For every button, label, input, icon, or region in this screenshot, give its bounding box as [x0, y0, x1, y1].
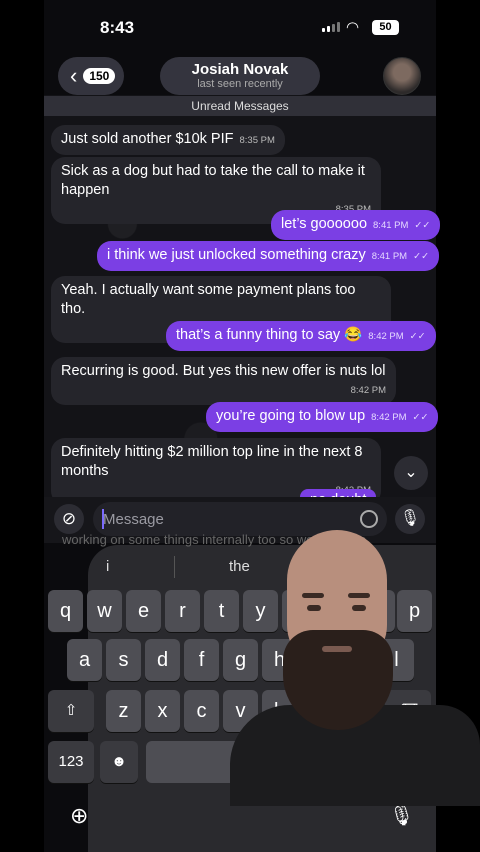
microphone-icon: 🎙 — [399, 510, 421, 527]
webcam-mouth — [322, 646, 352, 652]
message-time: 8:41 PM — [373, 220, 409, 231]
key-q[interactable]: q — [48, 590, 83, 632]
sticker-icon[interactable] — [360, 510, 378, 528]
attach-button[interactable]: ⊘ — [54, 504, 84, 534]
dictation-mic-icon[interactable]: 🎙 — [389, 803, 414, 828]
message-time: 8:42 PM — [368, 331, 404, 342]
message-incoming[interactable]: Recurring is good. But yes this new offe… — [51, 357, 396, 405]
message-incoming[interactable]: Just sold another $10k PIF 8:35 PM — [51, 125, 285, 155]
message-text: Recurring is good. But yes this new offe… — [61, 363, 386, 379]
message-outgoing[interactable]: i think we just unlocked something crazy… — [97, 241, 440, 271]
scroll-down-button[interactable]: ⌄ — [394, 456, 428, 490]
read-checks-icon: ✓✓ — [409, 331, 426, 342]
message-text: that’s a funny thing to say 😂 — [176, 327, 363, 343]
key-s[interactable]: s — [106, 639, 141, 681]
key-d[interactable]: d — [145, 639, 180, 681]
read-checks-icon: ✓✓ — [413, 251, 430, 262]
message-time: 8:35 PM — [239, 135, 275, 146]
message-time: 8:42 PM — [371, 412, 407, 423]
message-time: 8:41 PM — [371, 251, 408, 262]
key-w[interactable]: w — [87, 590, 122, 632]
key-c[interactable]: c — [184, 690, 219, 732]
key-x[interactable]: x — [145, 690, 180, 732]
text-cursor — [102, 509, 104, 529]
message-text: let’s goooooo — [281, 216, 368, 232]
emoji-key[interactable]: ☻ — [100, 741, 138, 783]
suggestion-divider — [174, 556, 175, 578]
paperclip-icon: ⊘ — [61, 509, 77, 528]
key-z[interactable]: z — [106, 690, 141, 732]
message-outgoing[interactable]: you’re going to blow up 8:42 PM ✓✓ — [206, 402, 439, 432]
message-time: 8:42 PM — [350, 385, 386, 396]
shift-key[interactable]: ⇧ — [48, 690, 94, 732]
read-checks-icon: ✓✓ — [414, 220, 431, 231]
key-a[interactable]: a — [67, 639, 102, 681]
webcam-overlay — [230, 530, 480, 806]
read-checks-icon: ✓✓ — [412, 412, 429, 423]
message-outgoing[interactable]: let’s goooooo 8:41 PM ✓✓ — [271, 210, 441, 240]
suggestion-1[interactable]: i — [106, 558, 109, 575]
webcam-brow — [302, 593, 324, 598]
webcam-eye — [352, 605, 366, 611]
key-f[interactable]: f — [184, 639, 219, 681]
message-text: i think we just unlocked something crazy — [107, 247, 366, 263]
message-text: Definitely hitting $2 million top line i… — [61, 444, 363, 479]
message-text: Just sold another $10k PIF — [61, 131, 234, 147]
message-text: Yeah. I actually want some payment plans… — [61, 282, 356, 317]
webcam-eye — [307, 605, 321, 611]
numbers-key[interactable]: 123 — [48, 741, 94, 783]
message-text: you’re going to blow up — [216, 408, 366, 424]
message-text: Sick as a dog but had to take the call t… — [61, 163, 365, 198]
globe-icon[interactable]: ⊕ — [70, 803, 88, 829]
webcam-brow — [348, 593, 370, 598]
message-outgoing[interactable]: that’s a funny thing to say 😂 8:42 PM ✓✓ — [166, 321, 436, 351]
key-r[interactable]: r — [165, 590, 200, 632]
chevron-down-icon: ⌄ — [404, 464, 418, 481]
key-e[interactable]: e — [126, 590, 161, 632]
